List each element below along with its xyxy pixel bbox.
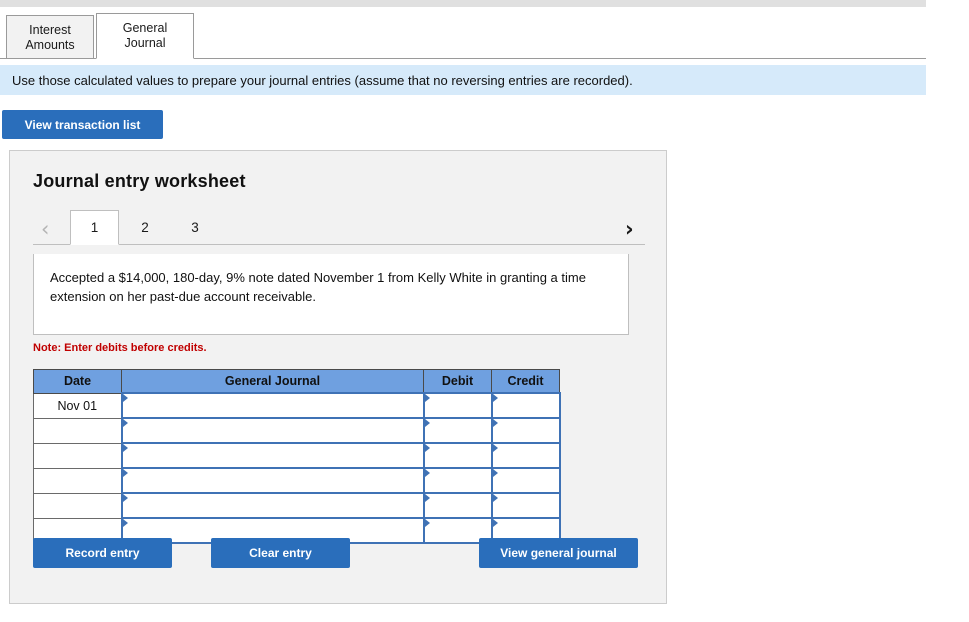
tab-interest-amounts[interactable]: Interest Amounts [6,15,94,59]
clear-entry-button[interactable]: Clear entry [211,538,350,568]
dropdown-marker-icon [122,419,128,427]
dropdown-marker-icon [424,419,430,427]
debit-input[interactable] [422,392,493,419]
tab-general-journal[interactable]: General Journal [96,13,194,59]
credit-input[interactable] [490,417,561,444]
worksheet-page-2[interactable]: 2 [125,211,165,245]
tab-general-journal-label-line2: Journal [124,36,166,50]
dropdown-marker-icon [424,394,430,402]
instruction-banner-text: Use those calculated values to prepare y… [12,72,633,88]
record-entry-button[interactable]: Record entry [33,538,172,568]
dropdown-marker-icon [424,469,430,477]
journal-entry-worksheet-panel: Journal entry worksheet ‹ 1 2 3 › Accept… [9,150,667,604]
dropdown-marker-icon [492,494,498,502]
general-journal-input[interactable] [120,467,425,494]
transaction-description-box: Accepted a $14,000, 180-day, 9% note dat… [33,254,629,335]
worksheet-page-3[interactable]: 3 [175,211,215,245]
tab-general-journal-label-line1: General [122,21,168,35]
debit-input[interactable] [422,492,493,519]
dropdown-marker-icon [492,469,498,477]
credit-input[interactable] [490,392,561,419]
credit-input[interactable] [490,492,561,519]
dropdown-marker-icon [424,494,430,502]
chevron-left-icon[interactable]: ‹ [41,219,49,240]
dropdown-marker-icon [122,494,128,502]
dropdown-marker-icon [122,469,128,477]
dropdown-marker-icon [122,444,128,452]
journal-entry-table: Date General Journal Debit Credit Nov 01 [33,369,561,544]
dropdown-marker-icon [492,444,498,452]
dropdown-marker-icon [424,519,430,527]
date-cell [33,442,122,469]
dropdown-marker-icon [492,519,498,527]
table-row [33,442,561,469]
dropdown-marker-icon [122,519,128,527]
debit-input[interactable] [422,417,493,444]
tab-strip: Interest Amounts General Journal [0,13,926,59]
view-general-journal-button[interactable]: View general journal [479,538,638,568]
view-transaction-list-button[interactable]: View transaction list [2,110,163,139]
date-cell [33,467,122,494]
date-cell [33,417,122,444]
debit-input[interactable] [422,442,493,469]
dropdown-marker-icon [424,444,430,452]
worksheet-title: Journal entry worksheet [33,171,246,191]
top-gray-strip [0,0,926,7]
column-header-date: Date [33,369,122,394]
general-journal-input[interactable] [120,492,425,519]
worksheet-page-1[interactable]: 1 [70,210,119,245]
table-header-row: Date General Journal Debit Credit [33,369,560,394]
tab-interest-amounts-label-line2: Amounts [25,38,75,52]
chevron-right-icon[interactable]: › [625,219,634,240]
table-row [33,467,561,494]
dropdown-marker-icon [122,394,128,402]
transaction-description-text: Accepted a $14,000, 180-day, 9% note dat… [50,270,586,304]
table-row [33,492,561,519]
table-row [33,417,561,444]
general-journal-input[interactable] [120,392,425,419]
dropdown-marker-icon [492,394,498,402]
credit-input[interactable] [490,467,561,494]
debit-input[interactable] [422,467,493,494]
column-header-debit: Debit [423,369,492,394]
tab-interest-amounts-label-line1: Interest [29,23,71,37]
column-header-credit: Credit [491,369,560,394]
worksheet-pagination: ‹ 1 2 3 › [10,209,668,245]
general-journal-input[interactable] [120,417,425,444]
date-cell: Nov 01 [33,392,122,419]
general-journal-input[interactable] [120,442,425,469]
date-cell [33,492,122,519]
instruction-banner: Use those calculated values to prepare y… [0,65,926,95]
dropdown-marker-icon [492,419,498,427]
credit-input[interactable] [490,442,561,469]
column-header-general-journal: General Journal [121,369,424,394]
debits-before-credits-note: Note: Enter debits before credits. [33,342,207,354]
table-row: Nov 01 [33,392,561,419]
